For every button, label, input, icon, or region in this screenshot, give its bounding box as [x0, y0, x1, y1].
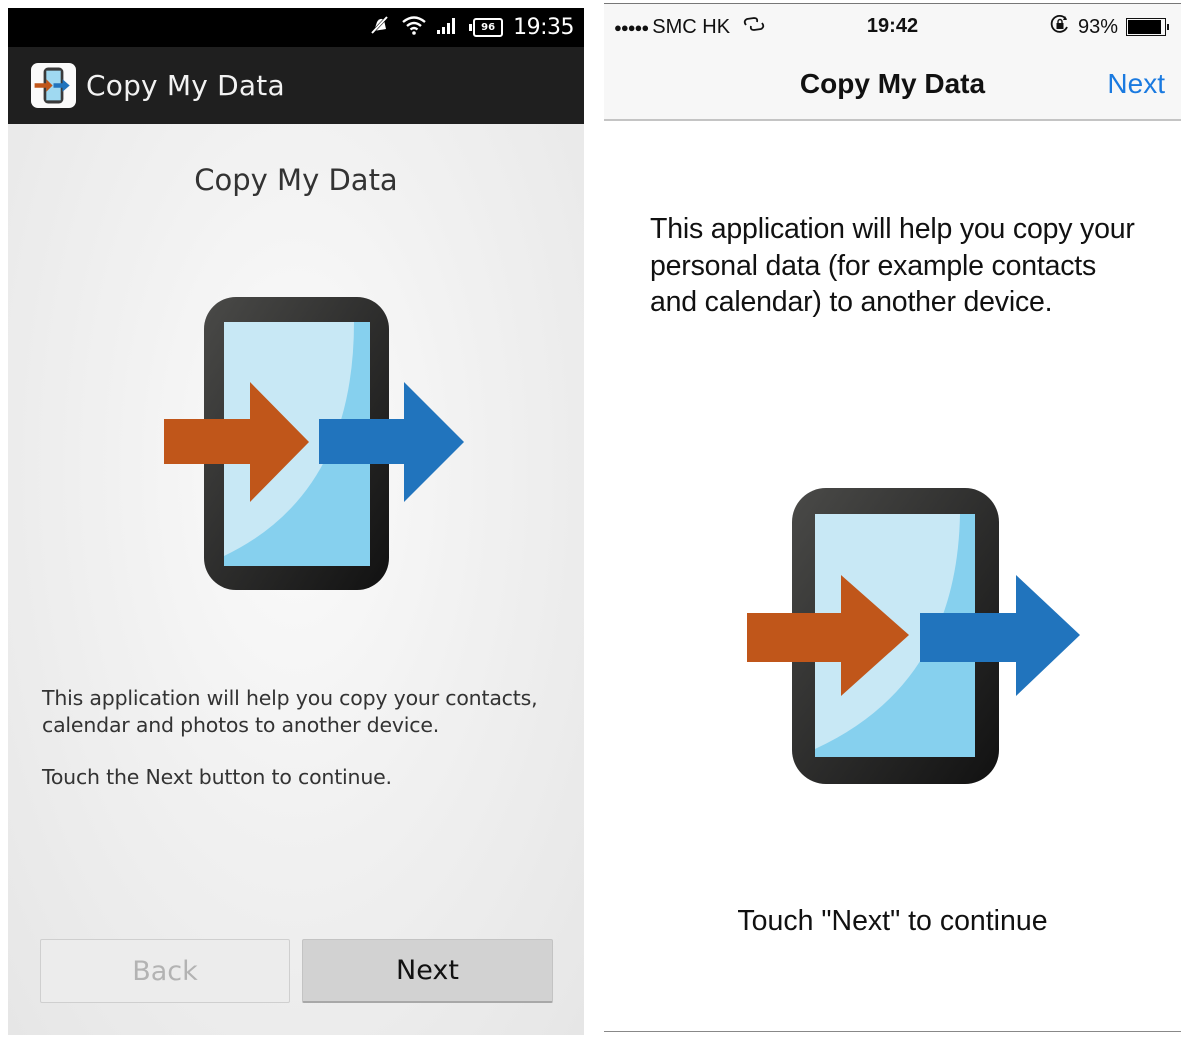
carrier-name: SMC HK [652, 15, 731, 38]
description-text: This application will help you copy your… [650, 213, 1135, 318]
android-screen: 96 19:35 Copy My Data Copy My Data This … [8, 8, 584, 1035]
status-time: 19:35 [513, 15, 574, 40]
wifi-icon [401, 15, 427, 40]
copy-my-data-app-icon [31, 63, 76, 108]
rotation-lock-icon [1050, 14, 1070, 40]
notifications-muted-icon [369, 14, 391, 41]
battery-level: 96 [473, 18, 504, 37]
android-action-bar: Copy My Data [8, 47, 584, 124]
battery-percent: 93% [1077, 15, 1118, 38]
continue-hint: Touch "Next" to continue [737, 905, 1048, 937]
android-status-bar: 96 19:35 [8, 8, 584, 47]
divider [604, 119, 1181, 121]
continue-hint: Touch the Next button to continue. [42, 765, 392, 789]
page-heading: Copy My Data [194, 163, 398, 197]
nav-title: Copy My Data [799, 68, 986, 99]
link-icon [742, 15, 766, 39]
battery-icon [1126, 18, 1169, 36]
app-title: Copy My Data [86, 69, 285, 102]
phone-transfer-illustration [747, 484, 1083, 786]
battery-icon: 96 [469, 18, 504, 37]
description-text: This application will help you copy your… [42, 686, 538, 737]
ios-header: ●●●●● SMC HK 19:42 93% Copy My Data Next [604, 4, 1181, 120]
phone-transfer-illustration [164, 294, 466, 594]
battery-fill [1128, 20, 1162, 34]
signal-icon [437, 16, 459, 39]
back-button[interactable]: Back [40, 939, 290, 1003]
ios-screen: ●●●●● SMC HK 19:42 93% Copy My Data Next… [604, 0, 1181, 1039]
carrier-info: ●●●●● SMC HK [614, 15, 766, 39]
next-button[interactable]: Next [1107, 68, 1165, 100]
status-right: 93% [1050, 14, 1169, 40]
signal-dots-icon: ●●●●● [614, 19, 649, 35]
next-button[interactable]: Next [302, 939, 553, 1003]
divider [604, 1031, 1181, 1032]
